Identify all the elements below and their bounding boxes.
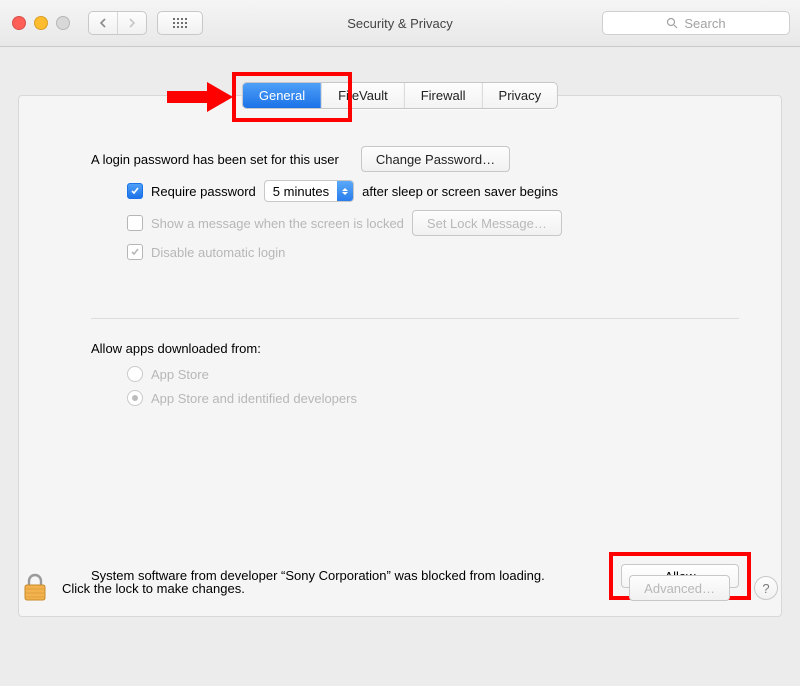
tab-bar: General FileVault Firewall Privacy (242, 82, 558, 109)
radio-identified-developers (127, 390, 143, 406)
general-content: A login password has been set for this u… (19, 96, 781, 406)
nav-buttons (88, 11, 147, 35)
divider (91, 318, 739, 319)
show-all-button[interactable] (157, 11, 203, 35)
tab-firewall[interactable]: Firewall (404, 83, 482, 108)
set-lock-message-button: Set Lock Message… (412, 210, 562, 236)
delay-value: 5 minutes (273, 184, 329, 199)
allow-apps-heading: Allow apps downloaded from: (91, 341, 739, 356)
radio-app-store-label: App Store (151, 367, 209, 382)
require-password-checkbox[interactable] (127, 183, 143, 199)
change-password-button[interactable]: Change Password… (361, 146, 510, 172)
stepper-icon (337, 181, 353, 201)
disable-auto-login-label: Disable automatic login (151, 245, 285, 260)
search-icon (666, 17, 678, 29)
footer: Click the lock to make changes. Advanced… (22, 573, 778, 603)
minimize-icon[interactable] (34, 16, 48, 30)
radio-identified-label: App Store and identified developers (151, 391, 357, 406)
show-message-label: Show a message when the screen is locked (151, 216, 404, 231)
require-password-delay-select[interactable]: 5 minutes (264, 180, 354, 202)
search-placeholder: Search (684, 16, 725, 31)
radio-app-store (127, 366, 143, 382)
back-button[interactable] (89, 12, 117, 34)
help-button[interactable]: ? (754, 576, 778, 600)
zoom-icon (56, 16, 70, 30)
forward-button[interactable] (117, 12, 146, 34)
advanced-button[interactable]: Advanced… (629, 575, 730, 601)
tab-general[interactable]: General (243, 83, 321, 108)
tab-filevault[interactable]: FileVault (321, 83, 404, 108)
after-sleep-label: after sleep or screen saver begins (362, 184, 558, 199)
login-password-label: A login password has been set for this u… (91, 152, 339, 167)
search-input[interactable]: Search (602, 11, 790, 35)
require-password-label: Require password (151, 184, 256, 199)
lock-icon[interactable] (22, 573, 48, 603)
tab-privacy[interactable]: Privacy (482, 83, 558, 108)
disable-auto-login-checkbox (127, 244, 143, 260)
preferences-pane: General FileVault Firewall Privacy A log… (18, 95, 782, 617)
lock-text: Click the lock to make changes. (62, 581, 245, 596)
titlebar: Security & Privacy Search (0, 0, 800, 47)
show-message-checkbox (127, 215, 143, 231)
close-icon[interactable] (12, 16, 26, 30)
window-controls (12, 16, 70, 30)
